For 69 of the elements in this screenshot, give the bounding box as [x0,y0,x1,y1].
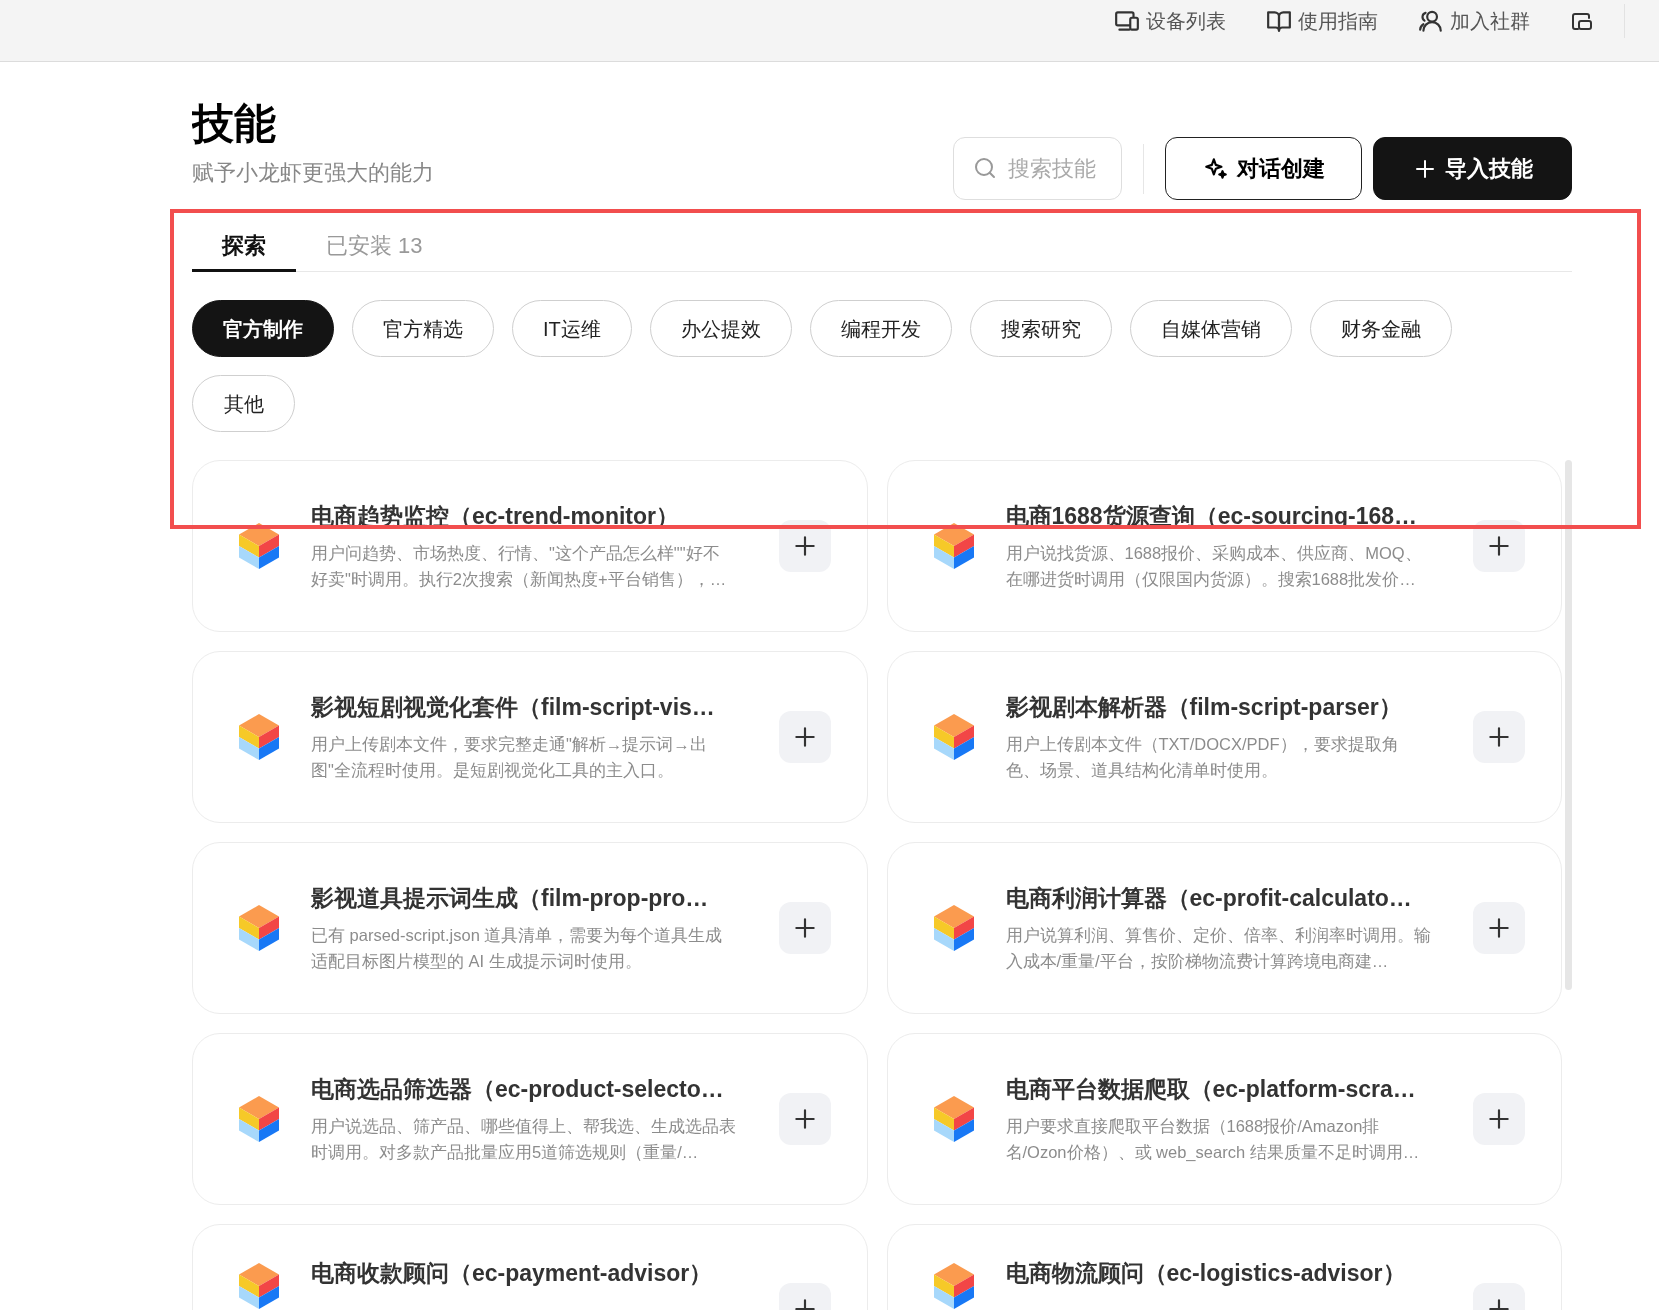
category-chip[interactable]: 搜索研究 [969,300,1112,357]
cube-icon [933,523,974,569]
tab[interactable]: 探索 [192,222,296,272]
cube-icon [239,905,279,951]
cube-icon [933,1096,974,1142]
scrollbar[interactable] [1565,460,1572,990]
category-chip[interactable]: 办公提效 [649,300,792,357]
search-field[interactable]: 搜索技能 [953,137,1122,200]
cube-icon [239,523,279,569]
skill-card[interactable]: 电商收款顾问（ec-payment-advisor） [192,1224,868,1310]
category-chip[interactable]: 财务金融 [1309,300,1452,357]
search-icon [973,156,997,180]
cube-icon [933,905,974,951]
cube-icon [239,714,279,760]
skill-card[interactable]: 电商物流顾问（ec-logistics-advisor） [886,1224,1562,1310]
top-bar-link[interactable]: 使用指南 [1266,6,1378,36]
skill-title: 影视道具提示词生成（film-prop-pro… [311,884,710,913]
skill-description: 用户说找货源、1688报价、采购成本、供应商、MOQ、在哪进货时调用（仅限国内货源）。搜索1688批发价… [1005,543,1423,590]
skill-title: 影视短剧视觉化套件（film-script-vis… [311,693,716,722]
skill-card[interactable]: 影视道具提示词生成（film-prop-pro… 已有 parsed-script.json 道具清单，需要为每个道具生成适配目标图片模型的 AI 生成提示词时使用。 [192,842,868,1014]
category-chip[interactable]: 其他 [192,375,295,432]
import-button[interactable]: 导入技能 [1373,137,1572,200]
skill-card[interactable]: 影视剧本解析器（film-script-parser） 用户上传剧本文件（TXT/DOCX/PDF），要求提取角色、场景、道具结构化清单时使用。 [886,651,1562,823]
cube-icon [239,1096,279,1142]
plus-icon [1486,724,1512,750]
skill-title: 电商平台数据爬取（ec-platform-scra… [1005,1075,1417,1104]
top-bar-link[interactable]: 设备列表 [1114,6,1226,36]
category-chip[interactable]: 编程开发 [809,300,952,357]
sparkle-icon [1202,155,1229,182]
skill-title: 电商收款顾问（ec-payment-advisor） [311,1259,714,1288]
category-chip[interactable]: IT运维 [512,300,632,357]
add-button[interactable] [778,902,831,954]
skill-description: 用户上传剧本文件（TXT/DOCX/PDF），要求提取角色、场景、道具结构化清单时使用。 [1005,734,1400,781]
skill-description: 已有 parsed-script.json 道具清单，需要为每个道具生成适配目标图片模型的 AI 生成提示词时使用。 [311,925,724,972]
cube-icon [933,714,974,760]
add-button[interactable] [778,1093,831,1145]
skill-card[interactable]: 电商选品筛选器（ec-product-selecto… 用户说选品、筛产品、哪些值得上、帮我选、生成选品表时调用。对多款产品批量应用5道筛选规则（重量/… [192,1033,868,1205]
plus-icon [1486,533,1512,559]
add-button[interactable] [1473,1093,1525,1145]
skill-description: 用户说选品、筛产品、哪些值得上、帮我选、生成选品表时调用。对多款产品批量应用5道筛选规则（重量/… [311,1116,736,1163]
cube-icon [239,1263,279,1309]
skill-card[interactable]: 电商平台数据爬取（ec-platform-scra… 用户要求直接爬取平台数据（1688报价/Amazon排名/Ozon价格）、或 web_search 结果质量不足时调用… [886,1033,1562,1205]
skill-title: 电商利润计算器（ec-profit-calculato… [1005,884,1413,913]
add-button[interactable] [1473,902,1525,954]
skill-card[interactable]: 影视短剧视觉化套件（film-script-vis… 用户上传剧本文件，要求完整走通"解析→提示词→出图"全流程时使用。是短剧视觉化工具的主入口。 [192,651,868,823]
category-chip[interactable]: 自媒体营销 [1129,300,1292,357]
skill-title: 电商选品筛选器（ec-product-selecto… [311,1075,725,1104]
add-button[interactable] [778,520,831,572]
category-chip[interactable]: 官方精选 [352,300,494,357]
add-button[interactable] [778,711,831,763]
devices-icon[interactable] [1114,8,1140,34]
plus-icon [1486,915,1512,941]
users-icon[interactable] [1418,8,1444,34]
book-icon[interactable] [1266,8,1292,34]
skill-card[interactable]: 电商利润计算器（ec-profit-calculato… 用户说算利润、算售价、定价、倍率、利润率时调用。输入成本/重量/平台，按阶梯物流费计算跨境电商建… [886,842,1562,1014]
add-button[interactable] [1473,711,1525,763]
chat-create-button[interactable]: 对话创建 [1165,137,1362,200]
top-bar-link[interactable]: 加入社群 [1418,6,1530,36]
skill-description: 用户要求直接爬取平台数据（1688报价/Amazon排名/Ozon价格）、或 web_search 结果质量不足时调用… [1005,1116,1421,1163]
page-subtitle: 赋予小龙虾更强大的能力 [192,159,434,187]
category-chip[interactable]: 官方制作 [192,300,334,357]
skill-description: 用户上传剧本文件，要求完整走通"解析→提示词→出图"全流程时使用。是短剧视觉化工具的主入口。 [311,734,708,781]
skill-title: 电商物流顾问（ec-logistics-advisor） [1005,1259,1407,1288]
skill-description: 用户问趋势、市场热度、行情、"这个产品怎么样""好不好卖"时调用。执行2次搜索（新闻热度+平台销售），… [311,543,728,590]
cube-icon [933,1263,974,1309]
add-button[interactable] [1473,520,1525,572]
skill-title: 影视剧本解析器（film-script-parser） [1005,693,1403,722]
plus-icon [1486,1106,1512,1132]
skill-description: 用户说算利润、算售价、定价、倍率、利润率时调用。输入成本/重量/平台，按阶梯物流费计算跨境电商建… [1005,925,1431,972]
